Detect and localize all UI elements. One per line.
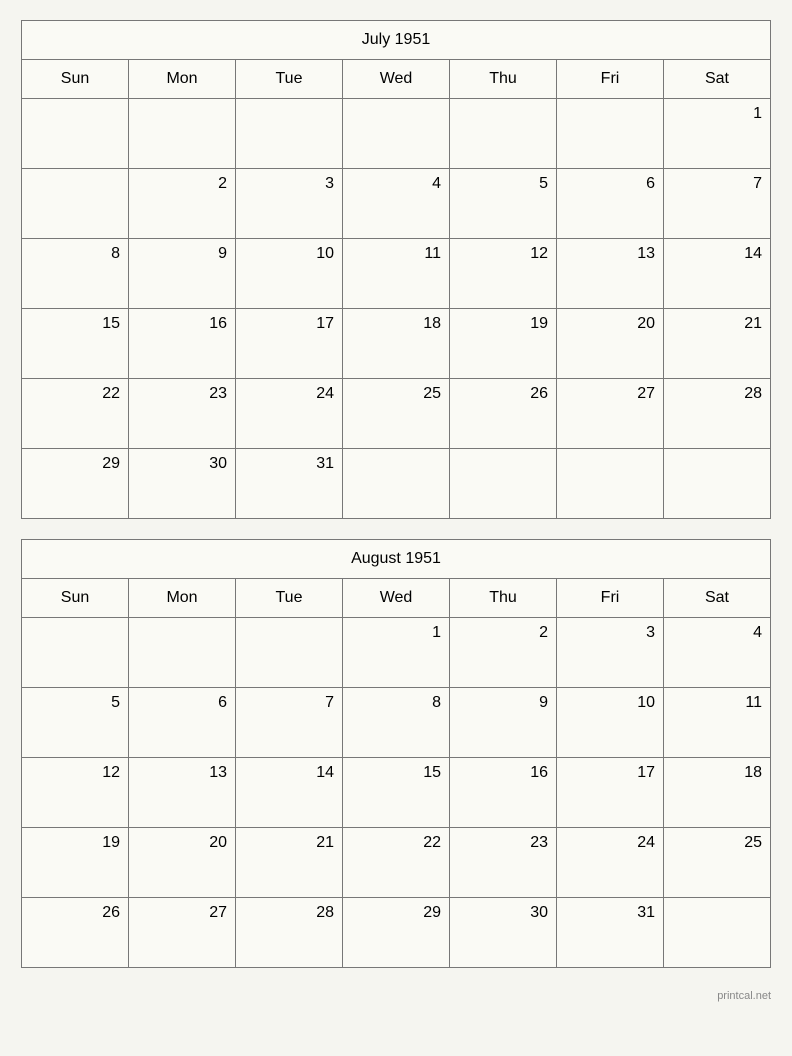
table-row bbox=[343, 99, 450, 169]
july-title: July 1951 bbox=[22, 21, 771, 60]
table-row: 7 bbox=[236, 688, 343, 758]
july-calendar: July 1951 Sun Mon Tue Wed Thu Fri Sat 12… bbox=[21, 20, 771, 519]
table-row: 9 bbox=[450, 688, 557, 758]
table-row: 3 bbox=[236, 169, 343, 239]
august-header-sat: Sat bbox=[664, 579, 771, 618]
table-row bbox=[664, 449, 771, 519]
table-row: 14 bbox=[664, 239, 771, 309]
table-row: 22 bbox=[343, 828, 450, 898]
august-header-thu: Thu bbox=[450, 579, 557, 618]
table-row: 19 bbox=[22, 828, 129, 898]
table-row: 19 bbox=[450, 309, 557, 379]
table-row: 5 bbox=[450, 169, 557, 239]
table-row: 11 bbox=[664, 688, 771, 758]
table-row: 20 bbox=[557, 309, 664, 379]
table-row: 17 bbox=[236, 309, 343, 379]
table-row: 29 bbox=[22, 449, 129, 519]
table-row: 4 bbox=[343, 169, 450, 239]
july-header-tue: Tue bbox=[236, 60, 343, 99]
table-row: 9 bbox=[129, 239, 236, 309]
table-row: 30 bbox=[450, 898, 557, 968]
table-row: 26 bbox=[22, 898, 129, 968]
table-row bbox=[22, 618, 129, 688]
table-row: 24 bbox=[557, 828, 664, 898]
table-row: 8 bbox=[22, 239, 129, 309]
august-table: August 1951 Sun Mon Tue Wed Thu Fri Sat … bbox=[21, 539, 771, 968]
table-row: 21 bbox=[664, 309, 771, 379]
august-title: August 1951 bbox=[22, 540, 771, 579]
table-row: 31 bbox=[557, 898, 664, 968]
table-row: 11 bbox=[343, 239, 450, 309]
table-row: 2 bbox=[450, 618, 557, 688]
table-row: 27 bbox=[129, 898, 236, 968]
table-row bbox=[557, 99, 664, 169]
table-row bbox=[450, 99, 557, 169]
table-row: 26 bbox=[450, 379, 557, 449]
table-row bbox=[557, 449, 664, 519]
table-row: 28 bbox=[236, 898, 343, 968]
july-header-sat: Sat bbox=[664, 60, 771, 99]
table-row: 23 bbox=[450, 828, 557, 898]
table-row: 13 bbox=[557, 239, 664, 309]
table-row: 16 bbox=[450, 758, 557, 828]
august-header-tue: Tue bbox=[236, 579, 343, 618]
table-row: 10 bbox=[236, 239, 343, 309]
table-row: 17 bbox=[557, 758, 664, 828]
table-row bbox=[22, 169, 129, 239]
table-row bbox=[664, 898, 771, 968]
table-row: 27 bbox=[557, 379, 664, 449]
table-row bbox=[450, 449, 557, 519]
table-row bbox=[129, 618, 236, 688]
table-row: 12 bbox=[22, 758, 129, 828]
table-row: 25 bbox=[343, 379, 450, 449]
table-row: 31 bbox=[236, 449, 343, 519]
august-calendar: August 1951 Sun Mon Tue Wed Thu Fri Sat … bbox=[21, 539, 771, 968]
table-row: 18 bbox=[343, 309, 450, 379]
table-row: 10 bbox=[557, 688, 664, 758]
table-row: 23 bbox=[129, 379, 236, 449]
table-row: 22 bbox=[22, 379, 129, 449]
table-row: 13 bbox=[129, 758, 236, 828]
table-row: 3 bbox=[557, 618, 664, 688]
table-row: 6 bbox=[129, 688, 236, 758]
table-row bbox=[22, 99, 129, 169]
july-header-fri: Fri bbox=[557, 60, 664, 99]
august-header-wed: Wed bbox=[343, 579, 450, 618]
table-row: 28 bbox=[664, 379, 771, 449]
table-row: 1 bbox=[343, 618, 450, 688]
table-row bbox=[129, 99, 236, 169]
table-row: 7 bbox=[664, 169, 771, 239]
table-row: 30 bbox=[129, 449, 236, 519]
table-row: 25 bbox=[664, 828, 771, 898]
july-header-wed: Wed bbox=[343, 60, 450, 99]
july-header-thu: Thu bbox=[450, 60, 557, 99]
table-row: 18 bbox=[664, 758, 771, 828]
table-row: 12 bbox=[450, 239, 557, 309]
table-row bbox=[236, 99, 343, 169]
table-row: 14 bbox=[236, 758, 343, 828]
table-row bbox=[236, 618, 343, 688]
table-row: 21 bbox=[236, 828, 343, 898]
august-header-mon: Mon bbox=[129, 579, 236, 618]
table-row: 24 bbox=[236, 379, 343, 449]
watermark: printcal.net bbox=[21, 990, 771, 1002]
july-header-mon: Mon bbox=[129, 60, 236, 99]
august-header-fri: Fri bbox=[557, 579, 664, 618]
july-header-sun: Sun bbox=[22, 60, 129, 99]
table-row: 20 bbox=[129, 828, 236, 898]
table-row: 8 bbox=[343, 688, 450, 758]
table-row: 16 bbox=[129, 309, 236, 379]
table-row: 15 bbox=[343, 758, 450, 828]
table-row: 1 bbox=[664, 99, 771, 169]
table-row bbox=[343, 449, 450, 519]
table-row: 15 bbox=[22, 309, 129, 379]
table-row: 5 bbox=[22, 688, 129, 758]
table-row: 4 bbox=[664, 618, 771, 688]
table-row: 2 bbox=[129, 169, 236, 239]
table-row: 29 bbox=[343, 898, 450, 968]
july-table: July 1951 Sun Mon Tue Wed Thu Fri Sat 12… bbox=[21, 20, 771, 519]
table-row: 6 bbox=[557, 169, 664, 239]
august-header-sun: Sun bbox=[22, 579, 129, 618]
